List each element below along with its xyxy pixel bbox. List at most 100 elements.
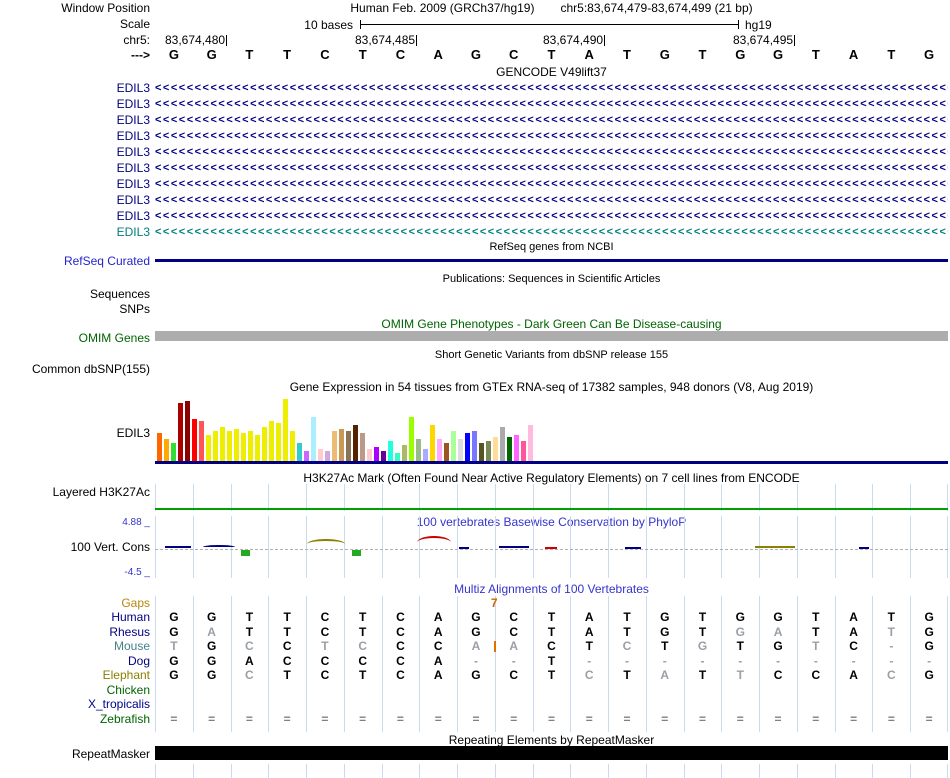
repeatmasker-element-bar[interactable] [155,746,948,760]
track-label-gencode-transcript[interactable]: EDIL3 [0,98,150,111]
gtex-tissue-bar[interactable] [318,449,323,461]
gtex-tissue-bar[interactable] [206,435,211,461]
track-label-gencode-transcript[interactable]: EDIL3 [0,178,150,191]
gtex-tissue-bar[interactable] [227,431,232,461]
track-label-gencode-transcript[interactable]: EDIL3 [0,226,150,239]
gtex-tissue-bar[interactable] [437,439,442,461]
gtex-tissue-bar[interactable] [283,399,288,461]
gtex-tissue-bar[interactable] [255,435,260,461]
gtex-tissue-bar[interactable] [479,443,484,461]
species-label-dog[interactable]: Dog [0,654,150,668]
gtex-tissue-bar[interactable] [199,421,204,461]
gtex-tissue-bar[interactable] [360,433,365,461]
species-label-elephant[interactable]: Elephant [0,669,150,682]
gtex-tissue-bar[interactable] [290,431,295,461]
gtex-tissue-bar[interactable] [528,425,533,461]
gtex-tissue-bar[interactable] [220,427,225,461]
track-label-gencode-transcript[interactable]: EDIL3 [0,194,150,207]
track-label-sequences[interactable]: Sequences [0,288,150,301]
track-label-100-vert-cons[interactable]: 100 Vert. Cons [0,541,150,554]
gtex-tissue-bar[interactable] [353,425,358,461]
track-label-gencode-transcript[interactable]: EDIL3 [0,130,150,143]
gtex-tissue-bar[interactable] [248,431,253,461]
track-label-gencode-transcript[interactable]: EDIL3 [0,162,150,175]
gtex-tissue-bar[interactable] [213,431,218,461]
gtex-tissue-bar[interactable] [395,453,400,461]
gtex-tissue-bar[interactable] [311,417,316,461]
track-label-gaps[interactable]: Gaps [0,597,150,610]
gtex-tissue-bar[interactable] [192,419,197,461]
species-label-zebrafish[interactable]: Zebrafish [0,712,150,726]
species-label-x_tropicalis[interactable]: X_tropicalis [0,698,150,711]
gtex-tissue-bar[interactable] [262,427,267,461]
gtex-tissue-bar[interactable] [416,439,421,461]
gtex-tissue-bar[interactable] [339,429,344,461]
gtex-tissue-bar[interactable] [171,443,176,461]
gtex-tissue-bar[interactable] [472,431,477,461]
gtex-tissue-bar[interactable] [157,433,162,461]
gtex-tissue-bar[interactable] [234,429,239,461]
gtex-tissue-bar[interactable] [304,451,309,461]
gtex-tissue-bar[interactable] [500,427,505,461]
gencode-transcript[interactable]: <<<<<<<<<<<<<<<<<<<<<<<<<<<<<<<<<<<<<<<<… [155,178,948,191]
gtex-tissue-bar[interactable] [381,451,386,461]
gencode-transcript[interactable]: <<<<<<<<<<<<<<<<<<<<<<<<<<<<<<<<<<<<<<<<… [155,146,948,159]
species-label-mouse[interactable]: Mouse [0,640,150,653]
track-label-snps[interactable]: SNPs [0,303,150,316]
gtex-tissue-bar[interactable] [493,437,498,461]
track-label-gencode-transcript[interactable]: EDIL3 [0,82,150,95]
gtex-tissue-bar[interactable] [430,425,435,461]
gtex-tissue-bar[interactable] [521,441,526,461]
gencode-transcript[interactable]: <<<<<<<<<<<<<<<<<<<<<<<<<<<<<<<<<<<<<<<<… [155,162,948,175]
gtex-tissue-bar[interactable] [346,431,351,461]
species-label-chicken[interactable]: Chicken [0,683,150,697]
gencode-transcript[interactable]: <<<<<<<<<<<<<<<<<<<<<<<<<<<<<<<<<<<<<<<<… [155,98,948,111]
gtex-tissue-bar[interactable] [276,423,281,461]
column-gridline [834,764,836,778]
gtex-tissue-bar[interactable] [514,435,519,461]
gtex-tissue-bar[interactable] [451,431,456,461]
species-label-rhesus[interactable]: Rhesus [0,625,150,639]
gencode-transcript[interactable]: <<<<<<<<<<<<<<<<<<<<<<<<<<<<<<<<<<<<<<<<… [155,130,948,143]
track-label-layered-h3k27ac[interactable]: Layered H3K27Ac [0,486,150,499]
omim-gene-bar[interactable] [155,331,948,341]
gtex-tissue-bar[interactable] [388,441,393,461]
gtex-tissue-bar[interactable] [409,417,414,461]
column-gridline [343,484,345,511]
track-label-gencode-transcript[interactable]: EDIL3 [0,146,150,159]
h3k27ac-signal-line[interactable] [155,508,948,510]
species-label-human[interactable]: Human [0,611,150,624]
gtex-tissue-bar[interactable] [325,451,330,461]
gencode-transcript[interactable]: <<<<<<<<<<<<<<<<<<<<<<<<<<<<<<<<<<<<<<<<… [155,82,948,95]
gtex-tissue-bar[interactable] [486,441,491,461]
gtex-tissue-bar[interactable] [444,443,449,461]
refseq-curated-gene-bar[interactable] [155,259,948,262]
gtex-tissue-bar[interactable] [423,449,428,461]
track-label-omim-genes[interactable]: OMIM Genes [0,332,150,345]
strand-direction-label[interactable]: ---> [0,49,150,62]
gtex-tissue-bar[interactable] [241,433,246,461]
track-label-refseq-curated[interactable]: RefSeq Curated [0,255,150,268]
gtex-tissue-bar[interactable] [164,439,169,461]
track-label-gtex-gene[interactable]: EDIL3 [0,427,150,440]
gtex-tissue-bar[interactable] [178,403,183,461]
gtex-tissue-bar[interactable] [402,445,407,461]
column-gridline [381,484,383,511]
gencode-transcript[interactable]: <<<<<<<<<<<<<<<<<<<<<<<<<<<<<<<<<<<<<<<<… [155,114,948,127]
track-label-repeatmasker[interactable]: RepeatMasker [0,748,150,761]
gtex-tissue-bar[interactable] [269,421,274,461]
gtex-tissue-bar[interactable] [465,433,470,461]
gencode-transcript[interactable]: <<<<<<<<<<<<<<<<<<<<<<<<<<<<<<<<<<<<<<<<… [155,226,948,239]
gtex-tissue-bar[interactable] [297,443,302,461]
gencode-transcript[interactable]: <<<<<<<<<<<<<<<<<<<<<<<<<<<<<<<<<<<<<<<<… [155,194,948,207]
gtex-tissue-bar[interactable] [374,447,379,461]
gtex-tissue-bar[interactable] [458,439,463,461]
gtex-tissue-bar[interactable] [367,449,372,461]
track-label-gencode-transcript[interactable]: EDIL3 [0,114,150,127]
track-label-common-dbsnp[interactable]: Common dbSNP(155) [0,363,150,376]
gencode-transcript[interactable]: <<<<<<<<<<<<<<<<<<<<<<<<<<<<<<<<<<<<<<<<… [155,210,948,223]
gtex-tissue-bar[interactable] [332,431,337,461]
gtex-tissue-bar[interactable] [185,401,190,461]
gtex-tissue-bar[interactable] [507,437,512,461]
track-label-gencode-transcript[interactable]: EDIL3 [0,210,150,223]
